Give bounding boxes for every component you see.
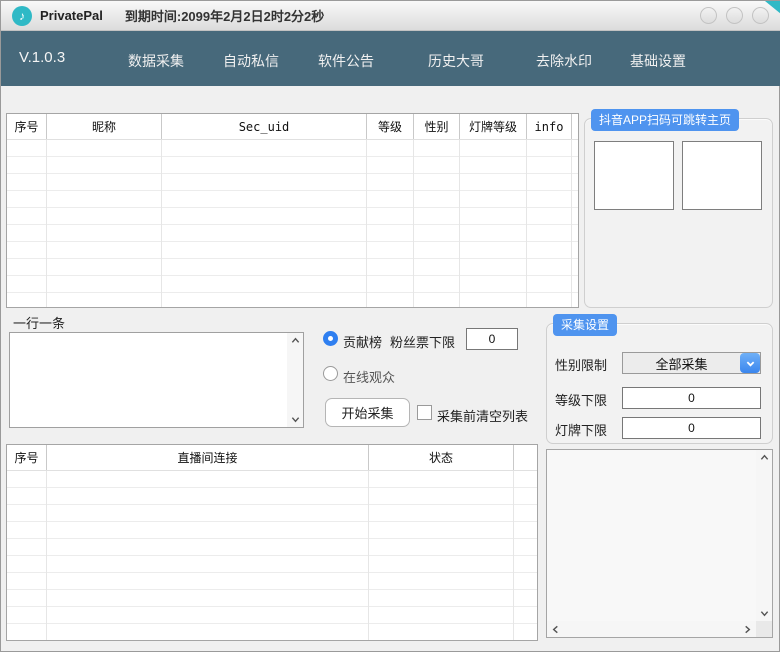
qr-panel: 抖音APP扫码可跳转主页 [584, 118, 773, 308]
collect-settings-panel: 采集设置 性别限制 全部采集 等级下限 灯牌下限 [546, 323, 773, 444]
scroll-up-icon[interactable] [760, 453, 769, 462]
lamp-min-label: 灯牌下限 [555, 420, 607, 439]
nav-item-settings[interactable]: 基础设置 [630, 51, 686, 71]
radio-contribution-rank[interactable] [323, 331, 338, 346]
nav-item-auto-message[interactable]: 自动私信 [223, 51, 279, 71]
col-index: 序号 [7, 445, 47, 470]
col-sec-uid: Sec_uid [162, 114, 367, 139]
expire-time-text: 到期时间:2099年2月2日2时2分2秒 [125, 6, 324, 25]
gender-limit-label: 性别限制 [555, 355, 607, 374]
room-table-body [7, 471, 537, 640]
col-spacer [514, 445, 537, 470]
room-list-textarea[interactable] [9, 332, 304, 428]
level-min-input[interactable] [622, 387, 761, 409]
col-info: info [527, 114, 572, 139]
log-horizontal-scrollbar[interactable] [547, 621, 756, 637]
scrollbar-corner [756, 621, 772, 637]
room-table[interactable]: 序号 直播间连接 状态 [6, 444, 538, 641]
window-controls [700, 7, 769, 24]
col-level: 等级 [367, 114, 414, 139]
scroll-down-icon[interactable] [760, 609, 769, 618]
col-room-link: 直播间连接 [47, 445, 369, 470]
log-panel[interactable] [546, 449, 773, 638]
chevron-down-icon [746, 359, 755, 368]
close-button[interactable] [752, 7, 769, 24]
clear-before-collect-label[interactable]: 采集前清空列表 [437, 406, 528, 425]
app-logo-music-note-icon: ♪ [12, 6, 32, 26]
qr-code-placeholder-2 [682, 141, 762, 210]
level-min-label: 等级下限 [555, 390, 607, 409]
nav-item-history[interactable]: 历史大哥 [428, 51, 484, 71]
col-index: 序号 [7, 114, 47, 139]
radio-online-viewers-label[interactable]: 在线观众 [343, 367, 395, 386]
navbar: V.1.0.3 数据采集 自动私信 软件公告 历史大哥 去除水印 基础设置 [1, 31, 780, 86]
fans-ticket-min-label: 粉丝票下限 [390, 332, 455, 351]
dropdown-button[interactable] [740, 353, 760, 373]
col-nickname: 昵称 [47, 114, 162, 139]
fans-ticket-min-input[interactable] [466, 328, 518, 350]
start-collect-button[interactable]: 开始采集 [325, 398, 410, 427]
room-table-header: 序号 直播间连接 状态 [7, 445, 537, 471]
nav-item-announcement[interactable]: 软件公告 [318, 51, 374, 71]
col-spacer [572, 114, 578, 139]
user-table[interactable]: 序号 昵称 Sec_uid 等级 性别 灯牌等级 info [6, 113, 579, 308]
gender-limit-value: 全部采集 [623, 354, 740, 373]
qr-panel-title: 抖音APP扫码可跳转主页 [591, 109, 739, 131]
radio-contribution-rank-label[interactable]: 贡献榜 [343, 332, 382, 351]
gender-limit-dropdown[interactable]: 全部采集 [622, 352, 761, 374]
clear-before-collect-checkbox[interactable] [417, 405, 432, 420]
scroll-left-icon[interactable] [551, 625, 560, 634]
col-gender: 性别 [414, 114, 460, 139]
qr-code-placeholder-1 [594, 141, 674, 210]
scroll-up-icon[interactable] [291, 336, 300, 345]
app-title: PrivatePal [40, 8, 103, 23]
radio-online-viewers[interactable] [323, 366, 338, 381]
version-label: V.1.0.3 [19, 49, 65, 66]
scroll-down-icon[interactable] [291, 415, 300, 424]
maximize-button[interactable] [726, 7, 743, 24]
one-per-line-label: 一行一条 [13, 313, 65, 332]
nav-item-watermark[interactable]: 去除水印 [536, 51, 592, 71]
lamp-min-input[interactable] [622, 417, 761, 439]
scroll-right-icon[interactable] [743, 625, 752, 634]
minimize-button[interactable] [700, 7, 717, 24]
log-vertical-scrollbar[interactable] [756, 450, 772, 621]
col-lamp-level: 灯牌等级 [460, 114, 527, 139]
nav-item-data-collect[interactable]: 数据采集 [128, 51, 184, 71]
col-status: 状态 [369, 445, 514, 470]
titlebar: ♪ PrivatePal 到期时间:2099年2月2日2时2分2秒 [1, 1, 780, 31]
collect-settings-title: 采集设置 [553, 314, 617, 336]
user-table-body [7, 140, 578, 307]
textarea-vertical-scrollbar[interactable] [287, 333, 303, 427]
user-table-header: 序号 昵称 Sec_uid 等级 性别 灯牌等级 info [7, 114, 578, 140]
